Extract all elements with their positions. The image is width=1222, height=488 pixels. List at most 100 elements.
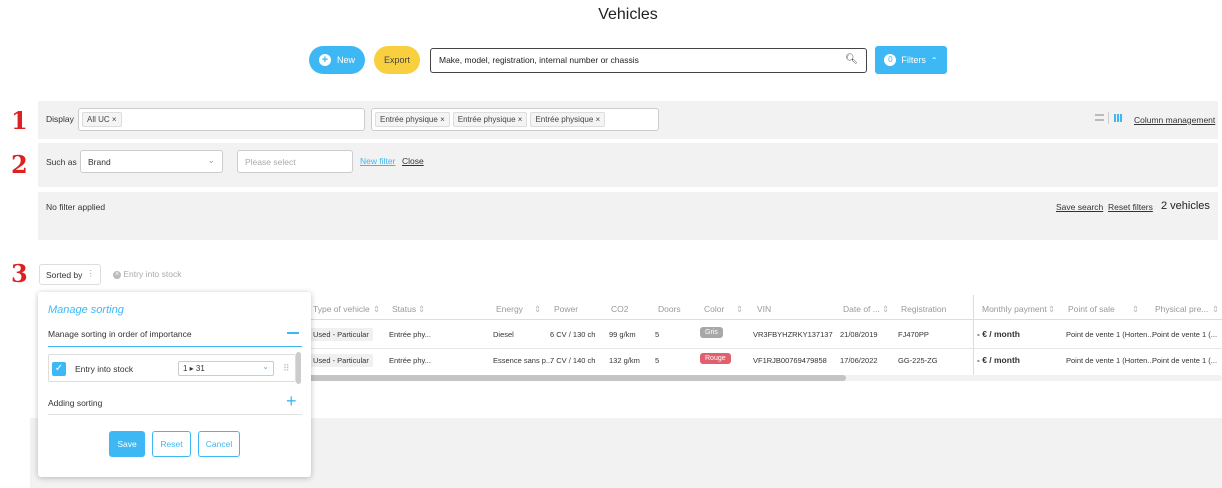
add-sorting-icon[interactable]: + [286,392,297,410]
brand-select[interactable]: Brand ⌄ [80,150,223,173]
marker-3: 3 [11,259,28,288]
close-icon[interactable]: × [440,115,445,124]
table-row[interactable]: Used - Particular Entrée phy... Diesel 6… [300,320,1222,348]
export-button-label: Export [383,55,410,65]
sorted-by-label: Sorted by [46,270,83,280]
search-input[interactable]: Make, model, registration, internal numb… [430,48,867,73]
collapse-icon[interactable] [287,332,299,334]
scrollbar-thumb[interactable] [300,375,846,381]
chevron-up-icon: ⌃ [930,55,938,65]
reset-filters-link[interactable]: Reset filters [1108,202,1153,212]
search-icon[interactable]: 🔍︎ [845,54,858,65]
close-filter-link[interactable]: Close [402,156,424,166]
sort-icon[interactable]: ⇕ [736,304,743,315]
column-header[interactable]: Doors [658,304,681,314]
chevron-down-icon: ⌄ [207,155,215,165]
checkbox-checked[interactable]: ✓ [52,362,66,376]
physical-tag-label: Entrée physique [457,115,516,124]
marker-1: 1 [11,106,28,135]
chevron-down-icon: ⌄ [262,362,269,371]
search-placeholder: Make, model, registration, internal numb… [439,55,639,65]
column-header[interactable]: Power [554,304,578,314]
status-cell: Entrée phy... [389,330,431,339]
registration-cell: GG-225-ZG [898,356,938,365]
reset-button-label: Reset [160,439,183,449]
save-search-link[interactable]: Save search [1056,202,1103,212]
drag-handle-icon[interactable]: ⠿ [283,363,290,374]
cancel-button[interactable]: Cancel [198,431,240,457]
uc-tag[interactable]: All UC × [82,112,122,127]
horizontal-scrollbar[interactable] [300,375,1222,381]
column-header[interactable]: Date of ... [843,304,880,314]
power-cell: 6 CV / 130 ch [550,330,596,339]
uc-select[interactable]: All UC × [78,108,365,131]
uc-tag-label: All UC [87,115,110,124]
sort-item-label: Entry into stock [75,364,134,374]
monthly-payment-cell: - € / month [977,355,1020,365]
cancel-button-label: Cancel [205,439,233,449]
color-badge: Gris [700,327,723,338]
sort-icon[interactable]: ⇕ [373,304,380,315]
registration-cell: FJ470PP [898,330,929,339]
column-header[interactable]: Energy [496,304,523,314]
column-header[interactable]: Type of vehicle [313,304,370,314]
type-chip: Used - Particular [309,354,373,367]
sorted-by-button[interactable]: Sorted by ⋮ [39,264,101,285]
energy-cell: Essence sans p... [493,356,553,365]
column-header[interactable]: Physical pre... [1155,304,1208,314]
close-icon[interactable]: × [596,115,601,124]
current-sort-chip[interactable]: × Entry into stock [113,269,181,279]
sort-icon[interactable]: ⇕ [882,304,889,315]
sort-order-select[interactable]: 1 ▸ 31 ⌄ [178,361,274,376]
column-header[interactable]: Registration [901,304,946,314]
sort-icon[interactable]: ⇕ [1132,304,1139,315]
page-title: Vehicles [598,6,658,23]
manage-sorting-panel: Manage sorting Manage sorting in order o… [38,292,311,477]
display-label: Display [46,114,74,124]
physical-tag[interactable]: Entrée physique × [375,112,450,127]
physical-entry-select[interactable]: Entrée physique × Entrée physique × Entrée… [371,108,659,131]
column-management-link[interactable]: Column management [1134,115,1215,125]
column-header[interactable]: Color [704,304,724,314]
filters-button[interactable]: 0 Filters ⌃ [875,46,947,74]
export-button[interactable]: Export [374,46,420,74]
section-divider [48,414,302,415]
remove-icon[interactable]: × [113,270,121,279]
new-button[interactable]: + New [309,46,365,74]
table-row[interactable]: Used - Particular Entrée phy... Essence … [300,348,1222,374]
physical-tag[interactable]: Entrée physique × [530,112,606,127]
column-header[interactable]: CO2 [611,304,628,314]
column-header[interactable]: Status [392,304,416,314]
filter-value-input[interactable]: Please select [237,150,353,173]
date-cell: 21/08/2019 [840,330,878,339]
sort-icon[interactable]: ⇕ [418,304,425,315]
sort-item[interactable]: ✓ Entry into stock 1 ▸ 31 ⌄ ⠿ [48,354,296,382]
current-sort-label: Entry into stock [123,269,182,279]
status-cell: Entrée phy... [389,356,431,365]
point-of-sale-cell: Point de vente 1 (Horten... [1066,330,1154,339]
energy-cell: Diesel [493,330,514,339]
columns-view-icon[interactable] [1114,114,1123,122]
new-button-label: New [336,55,355,65]
sort-icon[interactable]: ⇕ [1212,304,1219,315]
adding-sorting-label: Adding sorting [48,398,103,408]
close-icon[interactable]: × [112,115,117,124]
save-button-label: Save [117,439,137,449]
panel-scrollbar[interactable] [296,352,301,384]
physical-presence-cell: Point de vente 1 (... [1152,356,1218,365]
column-header[interactable]: Point of sale [1068,304,1115,314]
new-filter-link[interactable]: New filter [360,156,395,166]
close-icon[interactable]: × [518,115,523,124]
co2-cell: 99 g/km [609,330,636,339]
save-button[interactable]: Save [109,431,145,457]
vehicles-table: Type of vehicle ⇕ Status ⇕ Energy ⇕ Power C… [300,295,1222,385]
column-header[interactable]: VIN [757,304,771,314]
column-header[interactable]: Monthly payment [982,304,1047,314]
list-view-icon[interactable] [1095,114,1104,121]
reset-button[interactable]: Reset [152,431,191,457]
date-cell: 17/06/2022 [840,356,878,365]
physical-tag-label: Entrée physique [380,115,438,124]
sort-icon[interactable]: ⇕ [1048,304,1055,315]
sort-icon[interactable]: ⇕ [534,304,541,315]
physical-tag[interactable]: Entrée physique × [452,112,528,127]
